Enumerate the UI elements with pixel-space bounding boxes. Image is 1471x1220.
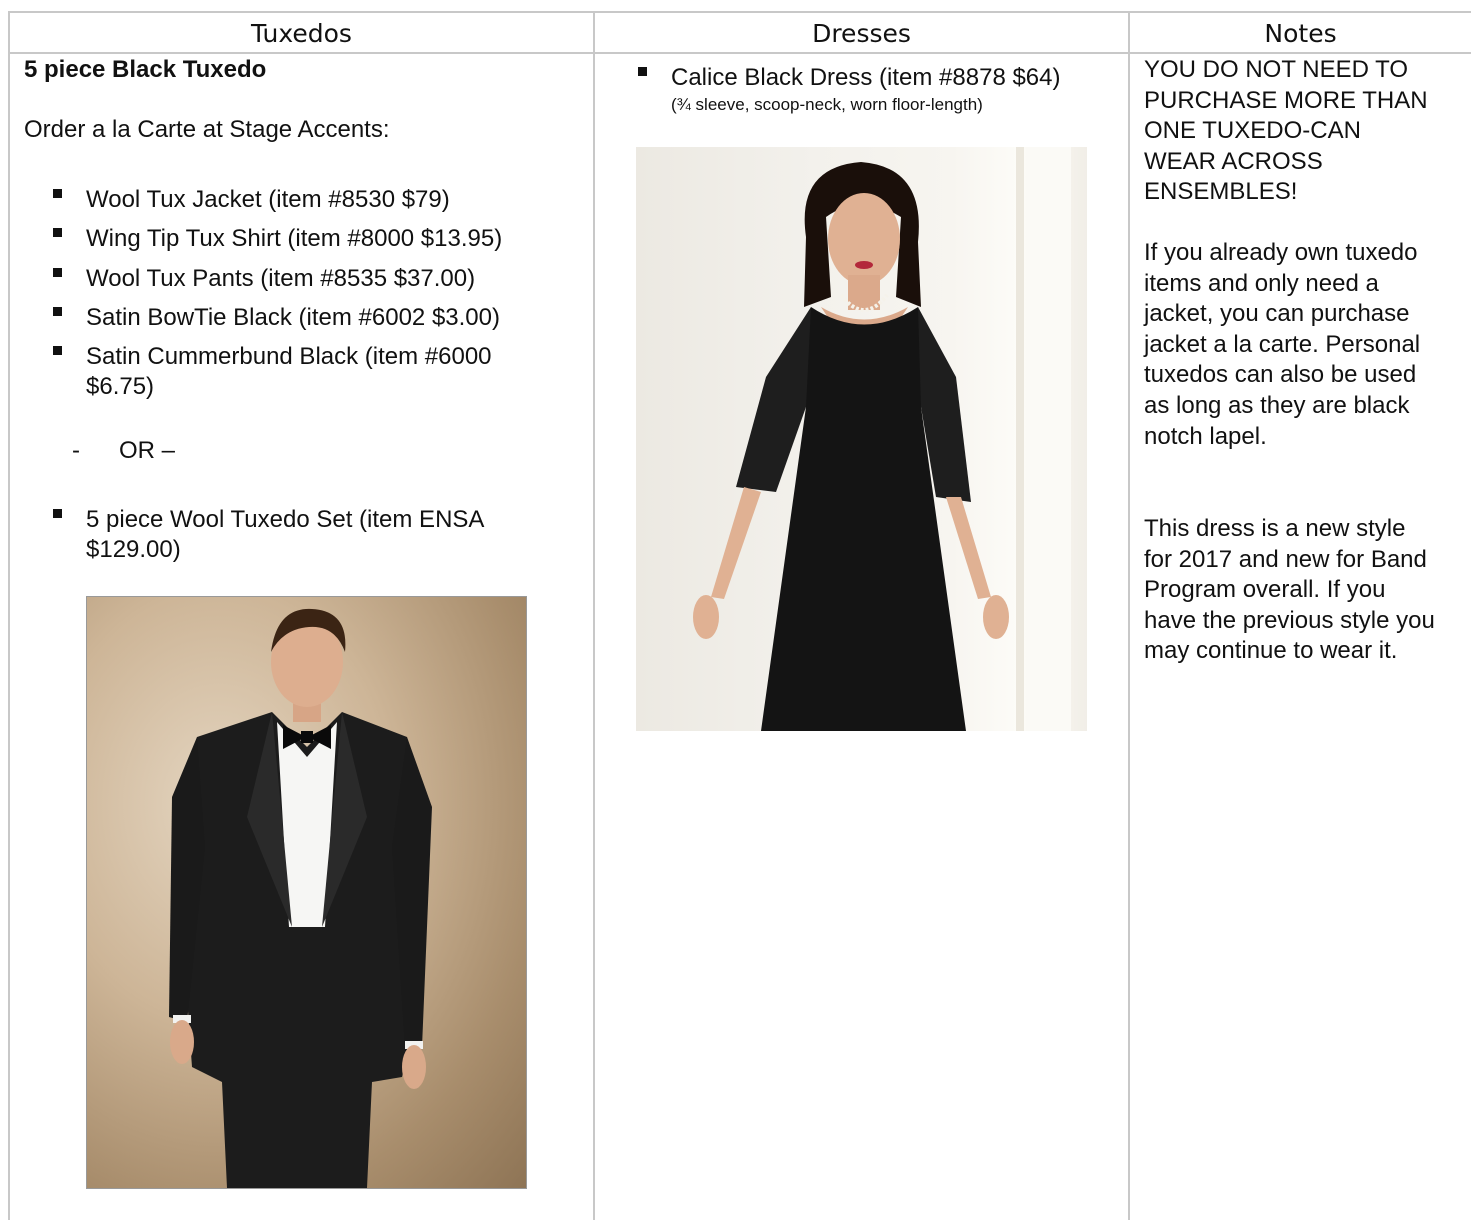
or-dash: - [72, 437, 80, 464]
dress-item-text: Calice Black Dress (item #8878 $64) [671, 64, 1061, 91]
tuxedo-photo [86, 596, 527, 1189]
table-border-left [8, 11, 10, 1220]
table-header-divider [8, 52, 1471, 54]
column-divider-1 [593, 11, 595, 1220]
list-item-text: Satin Cummerbund Black (item #6000 $6.75… [86, 343, 492, 400]
square-bullet-icon [53, 307, 62, 316]
dress-figure-icon [693, 147, 1071, 731]
tuxedo-title: 5 piece Black Tuxedo [24, 56, 267, 83]
dress-photo [636, 147, 1087, 731]
square-bullet-icon [53, 268, 62, 277]
notes-dress-style: This dress is a new style for 2017 and n… [1144, 515, 1435, 665]
uniform-order-table: Tuxedos Dresses Notes 5 piece Black Tuxe… [0, 0, 1471, 1220]
header-notes: Notes [1264, 18, 1337, 48]
square-bullet-icon [638, 67, 647, 76]
notes-own-tuxedo: If you already own tuxedo items and only… [1144, 239, 1421, 450]
tuxedo-intro: Order a la Carte at Stage Accents: [24, 116, 390, 143]
square-bullet-icon [53, 346, 62, 355]
square-bullet-icon [53, 189, 62, 198]
list-item-text: 5 piece Wool Tuxedo Set (item ENSA $129.… [86, 506, 484, 563]
header-dresses: Dresses [812, 18, 911, 48]
square-bullet-icon [53, 509, 62, 518]
list-item-text: Wool Tux Pants (item #8535 $37.00) [86, 265, 476, 292]
column-divider-2 [1128, 11, 1130, 1220]
header-tuxedos: Tuxedos [251, 18, 352, 48]
list-item-text: Wool Tux Jacket (item #8530 $79) [86, 186, 450, 213]
notes-purchase-warning: YOU DO NOT NEED TO PURCHASE MORE THAN ON… [1144, 56, 1428, 206]
list-item-text: Satin BowTie Black (item #6002 $3.00) [86, 304, 500, 331]
tuxedo-figure-icon [169, 608, 432, 1188]
square-bullet-icon [53, 228, 62, 237]
or-separator: OR – [119, 437, 176, 464]
list-item-text: Wing Tip Tux Shirt (item #8000 $13.95) [86, 225, 503, 252]
table-border-top [8, 11, 1471, 13]
dress-item-detail: (¾ sleeve, scoop-neck, worn floor-length… [671, 95, 983, 114]
